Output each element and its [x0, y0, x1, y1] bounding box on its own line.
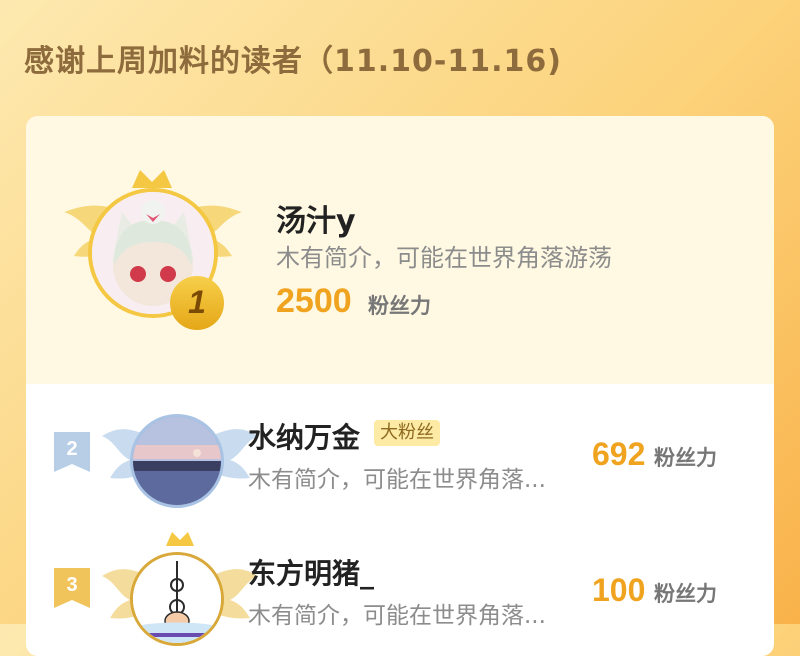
reader-name: 水纳万金 — [248, 421, 361, 454]
score-value: 2500 — [276, 282, 352, 320]
rank-number: 1 — [188, 284, 206, 320]
reader-item-rank-2[interactable]: 2 水纳万金 大粉丝 木有简介，可能在世界角落... 692 粉丝力 — [26, 384, 774, 524]
rank-flag: 2 — [54, 432, 90, 472]
score-unit: 粉丝力 — [368, 294, 431, 318]
score-value: 100 — [592, 572, 646, 608]
score-value: 692 — [592, 436, 646, 472]
reader-item-rank-1[interactable]: 1 汤汁y 木有简介，可能在世界角落游荡 2500 粉丝力 — [26, 116, 774, 384]
score-unit: 粉丝力 — [654, 446, 717, 470]
score-unit: 粉丝力 — [654, 582, 717, 606]
rank-1-medal: 1 — [170, 276, 224, 330]
avatar[interactable] — [130, 414, 224, 508]
reader-item-rank-3[interactable]: 3 东方明猪_ 木有简介，可能在世界角落... 100 粉丝力 — [26, 524, 774, 656]
reader-bio: 木有简介，可能在世界角落... — [248, 603, 546, 629]
reader-bio: 木有简介，可能在世界角落游荡 — [276, 244, 612, 272]
rank-number: 2 — [66, 438, 78, 460]
avatar[interactable] — [130, 552, 224, 646]
reader-name: 汤汁y — [276, 204, 356, 239]
rank-number: 3 — [66, 574, 78, 596]
leaderboard-card: 1 汤汁y 木有简介，可能在世界角落游荡 2500 粉丝力 2 水纳万金 大粉丝… — [26, 116, 774, 656]
reader-name: 东方明猪_ — [248, 557, 375, 590]
rank-flag: 3 — [54, 568, 90, 608]
status-badge: 大粉丝 — [374, 420, 440, 446]
reader-bio: 木有简介，可能在世界角落... — [248, 467, 546, 493]
page-title: 感谢上周加料的读者（11.10-11.16) — [24, 44, 562, 79]
